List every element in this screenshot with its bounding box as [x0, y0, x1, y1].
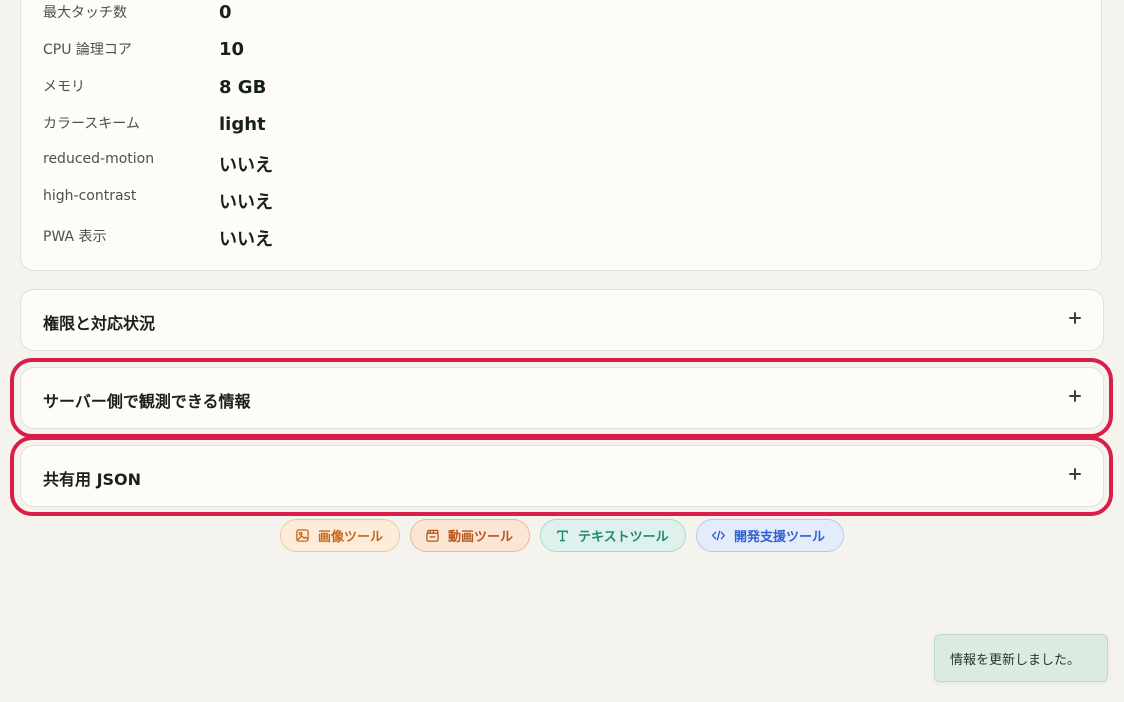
plus-icon[interactable] — [1069, 312, 1081, 324]
chip-label: 画像ツール — [318, 530, 384, 545]
accordion-title: サーバー側で観測できる情報 — [43, 392, 251, 411]
info-row-max-touch: 最大タッチ数 0 — [21, 1, 1101, 37]
dev-tools-link[interactable]: 開発支援ツール — [696, 519, 844, 552]
info-label: PWA 表示 — [43, 229, 107, 245]
info-value: light — [219, 114, 266, 135]
info-value: いいえ — [219, 155, 273, 176]
plus-icon[interactable] — [1069, 468, 1081, 480]
toast-notification: 情報を更新しました。 — [934, 634, 1108, 682]
info-label: reduced-motion — [43, 151, 155, 167]
info-row-color-scheme: カラースキーム light — [21, 113, 1101, 149]
image-icon — [296, 529, 309, 542]
chip-label: 動画ツール — [448, 530, 514, 545]
info-row-high-contrast: high-contrast いいえ — [21, 188, 1101, 224]
image-tools-link[interactable]: 画像ツール — [280, 519, 400, 552]
text-tools-link[interactable]: テキストツール — [540, 519, 686, 552]
toast-message: 情報を更新しました。 — [950, 652, 1081, 668]
device-info-card: 最大タッチ数 0 CPU 論理コア 10 メモリ 8 GB カラースキーム li… — [20, 0, 1102, 271]
plus-icon[interactable] — [1069, 390, 1081, 402]
info-row-cpu: CPU 論理コア 10 — [21, 38, 1101, 74]
text-icon — [557, 530, 568, 542]
info-value: 0 — [219, 2, 232, 23]
info-label: high-contrast — [43, 188, 137, 204]
info-value: いいえ — [219, 229, 273, 250]
info-label: CPU 論理コア — [43, 42, 132, 58]
info-value: 10 — [219, 39, 245, 60]
info-value: 8 GB — [219, 77, 267, 98]
chip-label: テキストツール — [578, 530, 669, 545]
chip-label: 開発支援ツール — [734, 530, 826, 545]
accordion-share-json[interactable]: 共有用 JSON — [20, 445, 1104, 507]
info-row-reduced-motion: reduced-motion いいえ — [21, 151, 1101, 187]
info-row-memory: メモリ 8 GB — [21, 76, 1101, 112]
info-row-pwa: PWA 表示 いいえ — [21, 226, 1101, 262]
accordion-permissions[interactable]: 権限と対応状況 — [20, 289, 1104, 351]
info-label: カラースキーム — [43, 116, 140, 132]
info-value: いいえ — [219, 192, 273, 213]
info-label: メモリ — [43, 79, 85, 95]
accordion-title: 権限と対応状況 — [43, 314, 156, 333]
accordion-title: 共有用 JSON — [43, 470, 142, 489]
code-icon — [712, 530, 725, 541]
info-label: 最大タッチ数 — [43, 5, 127, 21]
video-icon — [426, 529, 439, 542]
accordion-server-info[interactable]: サーバー側で観測できる情報 — [20, 367, 1104, 429]
video-tools-link[interactable]: 動画ツール — [410, 519, 530, 552]
